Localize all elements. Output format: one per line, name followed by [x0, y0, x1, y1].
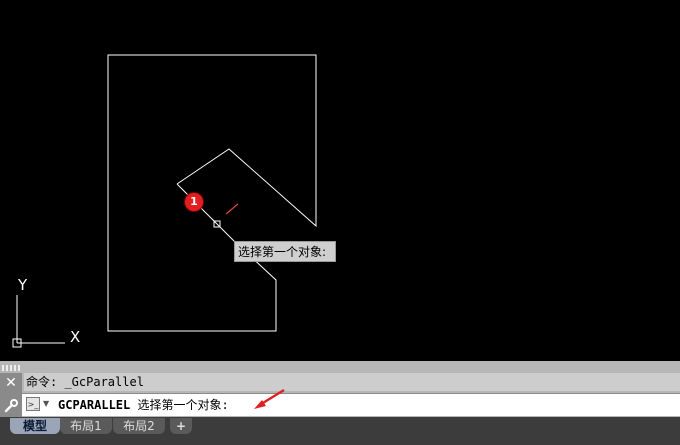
annotation-arrow [254, 388, 285, 409]
current-command: GCPARALLEL [58, 398, 131, 412]
command-window[interactable]: ✕ 命令: _GcParallel >_ ▼ GCPARALLEL 选择第一个对… [0, 361, 680, 417]
constraint-marker [225, 203, 239, 215]
drawing-outline[interactable] [107, 54, 317, 332]
tab-model[interactable]: 模型 [10, 418, 60, 434]
command-prompt-icon[interactable]: >_ [26, 397, 40, 411]
tab-layout2[interactable]: 布局2 [113, 418, 165, 434]
drawing-canvas[interactable]: Y X 1 选择第一个对象: [0, 0, 680, 360]
ucs-x-label: X [70, 328, 80, 346]
drawing-geometry[interactable]: Y X [0, 0, 680, 360]
add-layout-button[interactable]: + [170, 418, 192, 434]
step-badge: 1 [185, 193, 203, 211]
ucs-icon: Y X [12, 276, 80, 348]
ucs-y-label: Y [17, 276, 28, 294]
command-history: 命令: _GcParallel [24, 373, 680, 391]
close-icon[interactable]: ✕ [4, 376, 18, 390]
layout-tabs: 模型 布局1 布局2 + [0, 417, 680, 445]
command-window-grip[interactable] [2, 365, 20, 371]
current-prompt: 选择第一个对象: [130, 398, 229, 412]
command-input[interactable]: GCPARALLEL 选择第一个对象: [58, 394, 229, 416]
chevron-down-icon[interactable]: ▼ [43, 399, 49, 408]
selection-tooltip: 选择第一个对象: [234, 241, 336, 262]
tab-layout1[interactable]: 布局1 [60, 418, 112, 434]
command-input-line[interactable]: >_ ▼ GCPARALLEL 选择第一个对象: [22, 388, 680, 416]
wrench-icon[interactable] [4, 398, 18, 413]
